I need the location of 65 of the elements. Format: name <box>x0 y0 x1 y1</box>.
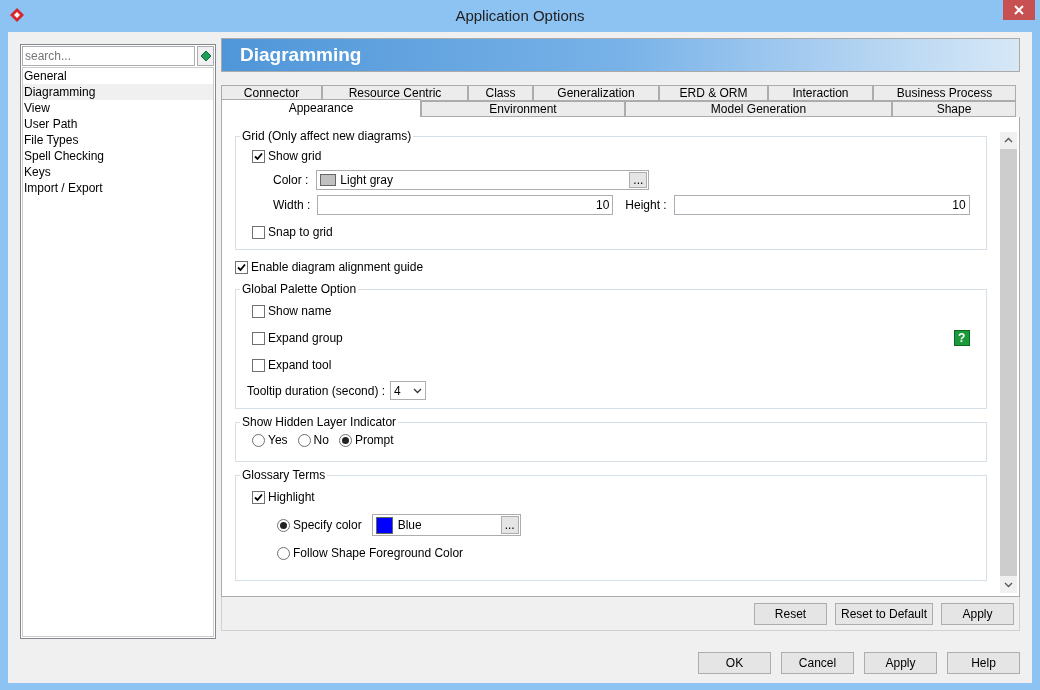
sidebar-item[interactable]: Diagramming <box>23 84 213 100</box>
tab[interactable]: Environment <box>421 101 625 117</box>
tab[interactable]: Shape <box>892 101 1016 117</box>
help-button[interactable]: ? <box>953 330 970 346</box>
sidebar-item[interactable]: User Path <box>23 116 213 132</box>
field-label: Height : <box>625 197 667 214</box>
dialog-button[interactable]: Cancel <box>781 652 854 674</box>
browse-button[interactable]: ... <box>500 516 519 534</box>
checkmark-icon <box>253 491 264 503</box>
checkbox[interactable]: Snap to grid <box>252 223 970 241</box>
sidebar-item[interactable]: Keys <box>23 164 213 180</box>
checkbox[interactable]: Expand tool <box>252 356 332 374</box>
dialog-button[interactable]: OK <box>698 652 771 674</box>
checkbox[interactable]: Show grid <box>252 147 970 165</box>
field-label: Width : <box>273 197 311 214</box>
scrollbar[interactable] <box>999 132 1017 593</box>
checkmark-icon <box>253 150 264 162</box>
radio-button[interactable]: No <box>297 431 329 449</box>
radio-button[interactable]: Yes <box>252 431 288 449</box>
tab[interactable]: Business Process <box>873 85 1016 101</box>
app-logo-icon <box>9 7 25 23</box>
group-title: Show Hidden Layer Indicator <box>241 414 398 431</box>
tab[interactable]: Appearance <box>221 99 421 117</box>
group-title: Grid (Only affect new diagrams) <box>241 128 413 145</box>
dialog-button[interactable]: Help <box>947 652 1020 674</box>
group-title: Glossary Terms <box>241 467 327 484</box>
dialog-button[interactable]: Apply <box>941 602 1014 625</box>
tab[interactable]: Generalization <box>533 85 659 101</box>
checkbox[interactable]: Highlight <box>252 488 970 506</box>
panel-header: Diagramming <box>221 38 1020 72</box>
dialog-button[interactable]: Reset <box>754 602 827 625</box>
sidebar-item[interactable]: General <box>23 68 213 84</box>
dialog-button[interactable]: Apply <box>864 652 937 674</box>
tab[interactable]: Interaction <box>768 85 873 101</box>
tab[interactable]: Class <box>468 85 533 101</box>
close-icon <box>1014 5 1024 15</box>
radio-button[interactable]: Specify color <box>277 516 362 534</box>
field-label: Color : <box>273 172 309 189</box>
tab[interactable]: ERD & ORM <box>659 85 768 101</box>
duration-dropdown[interactable]: 4 <box>390 381 427 400</box>
tab[interactable]: Model Generation <box>625 101 892 117</box>
browse-button[interactable]: ... <box>629 172 648 188</box>
window-title: Application Options <box>455 5 585 26</box>
close-button[interactable] <box>1003 0 1035 20</box>
radio-button[interactable]: Prompt <box>338 431 394 449</box>
checkmark-icon <box>236 261 247 273</box>
color-selector[interactable]: Blue ... <box>371 514 521 536</box>
field-label: Tooltip duration (second) : <box>247 382 386 400</box>
sidebar-item[interactable]: Import / Export <box>23 180 213 196</box>
search-field[interactable]: search... <box>22 46 195 66</box>
sidebar-item[interactable]: File Types <box>23 132 213 148</box>
height-field[interactable]: 10 <box>673 195 970 215</box>
checkbox[interactable]: Expand group <box>252 329 343 347</box>
group-title: Global Palette Option <box>241 281 358 298</box>
sidebar-item[interactable]: View <box>23 100 213 116</box>
chevron-down-icon <box>413 387 423 394</box>
checkbox[interactable]: Show name <box>252 302 332 320</box>
tab[interactable]: Resource Centric <box>322 85 468 101</box>
radio-button[interactable]: Follow Shape Foreground Color <box>277 544 464 562</box>
dialog-button[interactable]: Reset to Default <box>835 602 933 625</box>
sidebar-item[interactable]: Spell Checking <box>23 148 213 164</box>
clear-search-button[interactable] <box>197 46 214 66</box>
checkbox[interactable]: Enable diagram alignment guide <box>235 258 987 276</box>
width-field[interactable]: 10 <box>317 195 614 215</box>
color-selector[interactable]: Light gray ... <box>316 170 650 190</box>
